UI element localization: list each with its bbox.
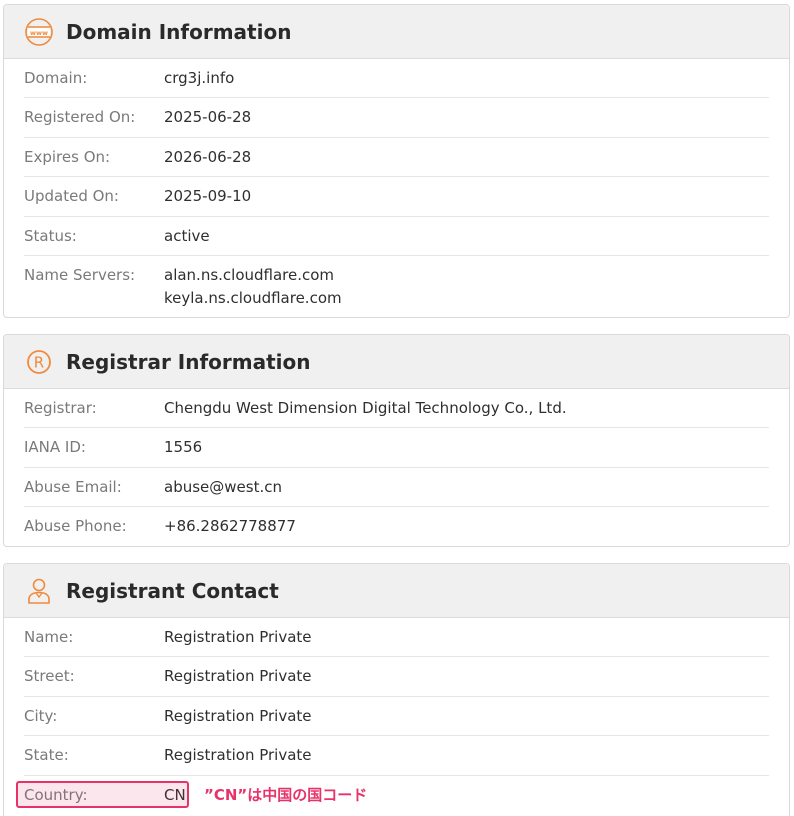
state-value: Registration Private	[164, 746, 312, 764]
expires-on-value: 2026-06-28	[164, 148, 252, 166]
abuse-email-row: Abuse Email: abuse@west.cn	[24, 468, 769, 507]
registrant-contact-card: Registrant Contact Name: Registration Pr…	[3, 563, 790, 816]
iana-id-label: IANA ID:	[24, 438, 86, 456]
registrar-value: Chengdu West Dimension Digital Technolog…	[164, 399, 567, 417]
domain-value: crg3j.info	[164, 69, 235, 87]
registrar-row: Registrar: Chengdu West Dimension Digita…	[24, 389, 769, 428]
domain-information-header: www Domain Information	[4, 5, 789, 59]
registered-on-row: Registered On: 2025-06-28	[24, 98, 769, 138]
city-label: City:	[24, 707, 58, 725]
name-servers-value: alan.ns.cloudflare.com keyla.ns.cloudfla…	[164, 264, 342, 310]
registrar-information-card: R Registrar Information Registrar: Cheng…	[3, 334, 790, 547]
registered-on-label: Registered On:	[24, 108, 136, 126]
registered-mark-icon: R	[24, 347, 54, 377]
state-row: State: Registration Private	[24, 736, 769, 776]
svg-text:R: R	[34, 353, 44, 371]
abuse-phone-label: Abuse Phone:	[24, 517, 127, 535]
city-value: Registration Private	[164, 707, 312, 725]
expires-on-label: Expires On:	[24, 148, 111, 166]
updated-on-row: Updated On: 2025-09-10	[24, 177, 769, 217]
registrar-information-title: Registrar Information	[66, 349, 311, 374]
state-label: State:	[24, 746, 69, 764]
abuse-phone-value: +86.2862778877	[164, 517, 296, 535]
name-server-2: keyla.ns.cloudflare.com	[164, 289, 342, 307]
abuse-email-value: abuse@west.cn	[164, 478, 282, 496]
domain-information-card: www Domain Information Domain: crg3j.inf…	[3, 4, 790, 318]
street-value: Registration Private	[164, 667, 312, 685]
registrar-label: Registrar:	[24, 399, 97, 417]
iana-id-value: 1556	[164, 438, 203, 456]
domain-information-title: Domain Information	[66, 19, 292, 44]
abuse-email-label: Abuse Email:	[24, 478, 122, 496]
registrant-contact-title: Registrant Contact	[66, 578, 279, 603]
status-row: Status: active	[24, 217, 769, 256]
registrar-information-header: R Registrar Information	[4, 335, 789, 389]
name-label: Name:	[24, 628, 74, 646]
country-highlight-box	[16, 781, 189, 808]
name-servers-label: Name Servers:	[24, 266, 136, 284]
name-row: Name: Registration Private	[24, 618, 769, 657]
updated-on-value: 2025-09-10	[164, 187, 252, 205]
street-row: Street: Registration Private	[24, 657, 769, 697]
domain-label: Domain:	[24, 69, 88, 87]
city-row: City: Registration Private	[24, 697, 769, 736]
name-value: Registration Private	[164, 628, 312, 646]
abuse-phone-row: Abuse Phone: +86.2862778877	[24, 507, 769, 546]
www-globe-icon: www	[24, 17, 54, 47]
status-value: active	[164, 227, 210, 245]
street-label: Street:	[24, 667, 75, 685]
registered-on-value: 2025-06-28	[164, 108, 252, 126]
name-servers-row: Name Servers: alan.ns.cloudflare.com key…	[24, 256, 769, 310]
status-label: Status:	[24, 227, 77, 245]
svg-text:www: www	[30, 28, 48, 36]
registrant-contact-header: Registrant Contact	[4, 564, 789, 618]
person-icon	[24, 576, 54, 606]
expires-on-row: Expires On: 2026-06-28	[24, 138, 769, 177]
updated-on-label: Updated On:	[24, 187, 119, 205]
country-code-annotation: ”CN”は中国の国コード	[204, 786, 368, 804]
domain-row: Domain: crg3j.info	[24, 59, 769, 98]
iana-id-row: IANA ID: 1556	[24, 428, 769, 468]
name-server-1: alan.ns.cloudflare.com	[164, 266, 335, 284]
